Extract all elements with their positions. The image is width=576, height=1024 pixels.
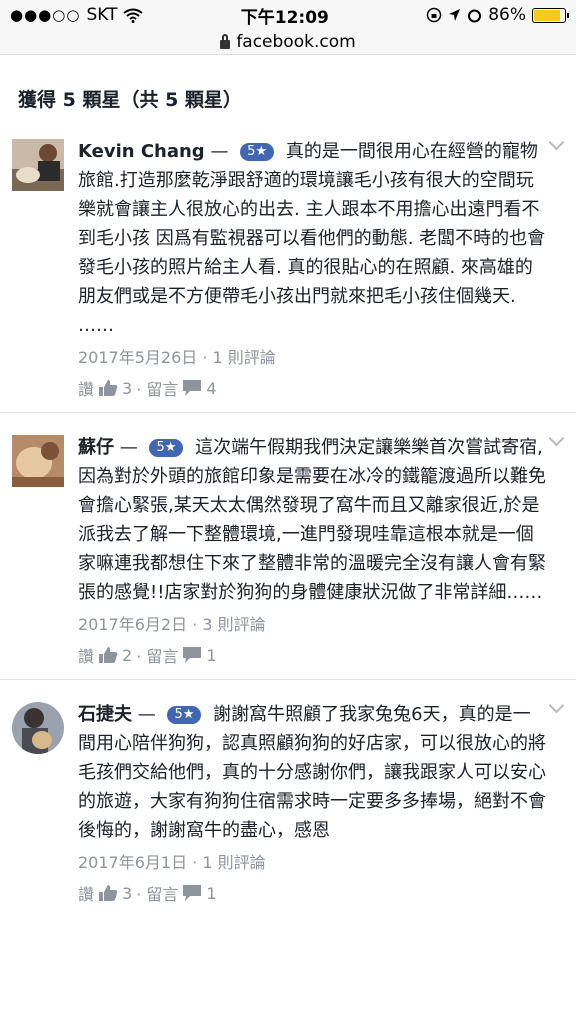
review-item: Kevin Chang — 5★ 真的是一間很用心在經營的寵物旅館.打造那麼乾淨… <box>0 117 576 412</box>
rating-badge: 5★ <box>240 143 275 161</box>
star-icon: ★ <box>164 440 177 455</box>
review-meta[interactable]: 2017年6月2日 · 3 則評論 <box>78 611 560 635</box>
page-title: 獲得 5 顆星（共 5 顆星） <box>18 89 242 111</box>
avatar[interactable] <box>12 702 64 754</box>
star-icon: ★ <box>255 144 268 159</box>
name-dash: — <box>137 704 156 725</box>
avatar[interactable] <box>12 139 64 191</box>
rating-value: 5 <box>174 707 183 722</box>
like-label[interactable]: 讚 <box>78 881 94 905</box>
avatar[interactable] <box>12 435 64 487</box>
thumbs-up-icon[interactable] <box>98 884 118 902</box>
reviewer-name[interactable]: 石捷夫 <box>78 704 132 725</box>
comment-count: 1 <box>206 645 217 665</box>
thumbs-up-icon[interactable] <box>98 646 118 664</box>
rating-badge: 5★ <box>167 706 202 724</box>
address-bar[interactable]: facebook.com <box>0 30 576 55</box>
comment-label[interactable]: · 留言 <box>136 881 178 905</box>
alarm-icon <box>468 9 482 22</box>
action-bar: 讚 3 · 留言 4 <box>78 376 560 400</box>
review-list: Kevin Chang — 5★ 真的是一間很用心在經營的寵物旅館.打造那麼乾淨… <box>0 117 576 917</box>
comment-icon[interactable] <box>182 646 202 664</box>
rating-badge: 5★ <box>149 439 184 457</box>
carrier-label: SKT <box>86 5 118 25</box>
comment-icon[interactable] <box>182 379 202 397</box>
review-item: 石捷夫 — 5★ 謝謝窩牛照顧了我家兔兔6天，真的是一間用心陪伴狗狗，認真照顧狗… <box>0 679 576 917</box>
lock-icon <box>220 33 231 49</box>
like-count: 3 <box>122 883 133 903</box>
url-text[interactable]: facebook.com <box>236 32 355 52</box>
location-icon <box>449 9 461 21</box>
reviewer-name[interactable]: 蘇仔 <box>78 437 114 458</box>
status-bar: ●●●○○ SKT 下午12:09 86% <box>0 0 576 30</box>
action-bar: 讚 2 · 留言 1 <box>78 643 560 667</box>
clock: 下午12:09 <box>240 7 329 28</box>
like-label[interactable]: 讚 <box>78 376 94 400</box>
wifi-icon <box>123 8 144 23</box>
reviewer-name[interactable]: Kevin Chang <box>78 141 205 162</box>
review-meta[interactable]: 2017年5月26日 · 1 則評論 <box>78 344 560 368</box>
signal-dots-icon: ●●●○○ <box>10 6 81 24</box>
review-text: 真的是一間很用心在經營的寵物旅館.打造那麼乾淨跟舒適的環境讓毛小孩有很大的空間玩… <box>78 141 546 336</box>
like-count: 3 <box>122 378 133 398</box>
comment-icon[interactable] <box>182 884 202 902</box>
battery-percent: 86% <box>488 5 526 25</box>
like-count: 2 <box>122 645 133 665</box>
name-dash: — <box>210 141 229 162</box>
thumbs-up-icon[interactable] <box>98 379 118 397</box>
comment-count: 1 <box>206 883 217 903</box>
star-icon: ★ <box>182 707 195 722</box>
review-meta[interactable]: 2017年6月1日 · 1 則評論 <box>78 849 560 873</box>
battery-icon <box>531 7 569 23</box>
action-bar: 讚 3 · 留言 1 <box>78 881 560 905</box>
comment-label[interactable]: · 留言 <box>136 376 178 400</box>
rating-value: 5 <box>156 440 165 455</box>
review-item: 蘇仔 — 5★ 這次端午假期我們決定讓樂樂首次嘗試寄宿,因為對於外頭的旅館印象是… <box>0 412 576 679</box>
battery-fill <box>533 9 560 21</box>
name-dash: — <box>119 437 138 458</box>
review-text: 這次端午假期我們決定讓樂樂首次嘗試寄宿,因為對於外頭的旅館印象是需要在冰冷的鐵籠… <box>78 437 546 603</box>
like-label[interactable]: 讚 <box>78 643 94 667</box>
comment-label[interactable]: · 留言 <box>136 643 178 667</box>
comment-count: 4 <box>206 378 217 398</box>
rotation-lock-icon <box>426 7 442 23</box>
